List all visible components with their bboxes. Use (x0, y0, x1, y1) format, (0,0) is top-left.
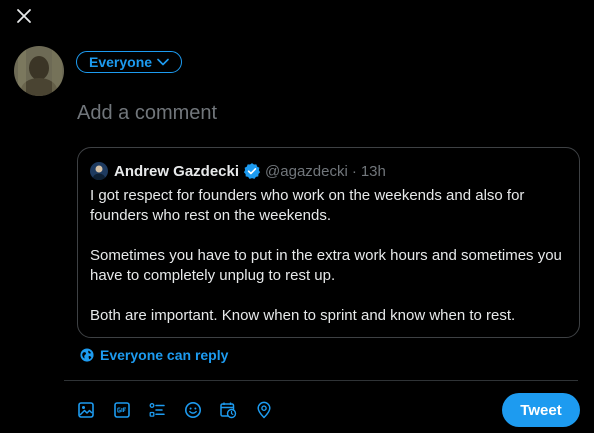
quoted-author-avatar (90, 162, 108, 180)
gif-button[interactable] (112, 399, 132, 421)
reply-setting-button[interactable]: Everyone can reply (80, 347, 228, 363)
comment-input[interactable] (77, 99, 557, 127)
quoted-tweet-header: Andrew Gazdecki @agazdecki · 13h (90, 161, 386, 181)
tweet-paragraph: Sometimes you have to put in the extra w… (90, 247, 562, 284)
schedule-button[interactable] (218, 399, 238, 421)
audience-label: Everyone (89, 54, 153, 70)
poll-button[interactable] (147, 399, 167, 421)
media-button[interactable] (76, 399, 96, 421)
close-button[interactable] (8, 0, 40, 32)
compose-toolbar (76, 399, 289, 421)
audience-selector[interactable]: Everyone (76, 51, 183, 73)
location-icon (256, 401, 271, 419)
quoted-tweet-card: Andrew Gazdecki @agazdecki · 13h I got r… (77, 147, 580, 338)
close-icon (17, 9, 31, 23)
emoji-icon (184, 402, 201, 418)
quoted-author-name: Andrew Gazdecki (114, 162, 240, 180)
location-button[interactable] (254, 399, 274, 421)
image-icon (78, 402, 94, 418)
quoted-tweet-body: I got respect for founders who work on t… (90, 186, 568, 326)
quoted-tweet-time: 13h (360, 162, 386, 180)
gif-icon (113, 402, 130, 418)
tweet-paragraph: I got respect for founders who work on t… (90, 187, 525, 224)
quoted-author-handle: @agazdecki (265, 162, 348, 180)
tweet-button[interactable]: Tweet (502, 393, 580, 427)
verified-badge-icon (243, 162, 261, 180)
chevron-down-icon (157, 58, 169, 66)
divider (64, 380, 578, 381)
avatar[interactable] (14, 46, 64, 96)
globe-icon (80, 348, 94, 362)
poll-icon (149, 403, 165, 417)
tweet-paragraph: Both are important. Know when to sprint … (90, 307, 516, 324)
reply-setting-label: Everyone can reply (100, 347, 229, 363)
header-separator: · (351, 162, 357, 180)
schedule-icon (220, 402, 237, 419)
emoji-button[interactable] (183, 399, 203, 421)
